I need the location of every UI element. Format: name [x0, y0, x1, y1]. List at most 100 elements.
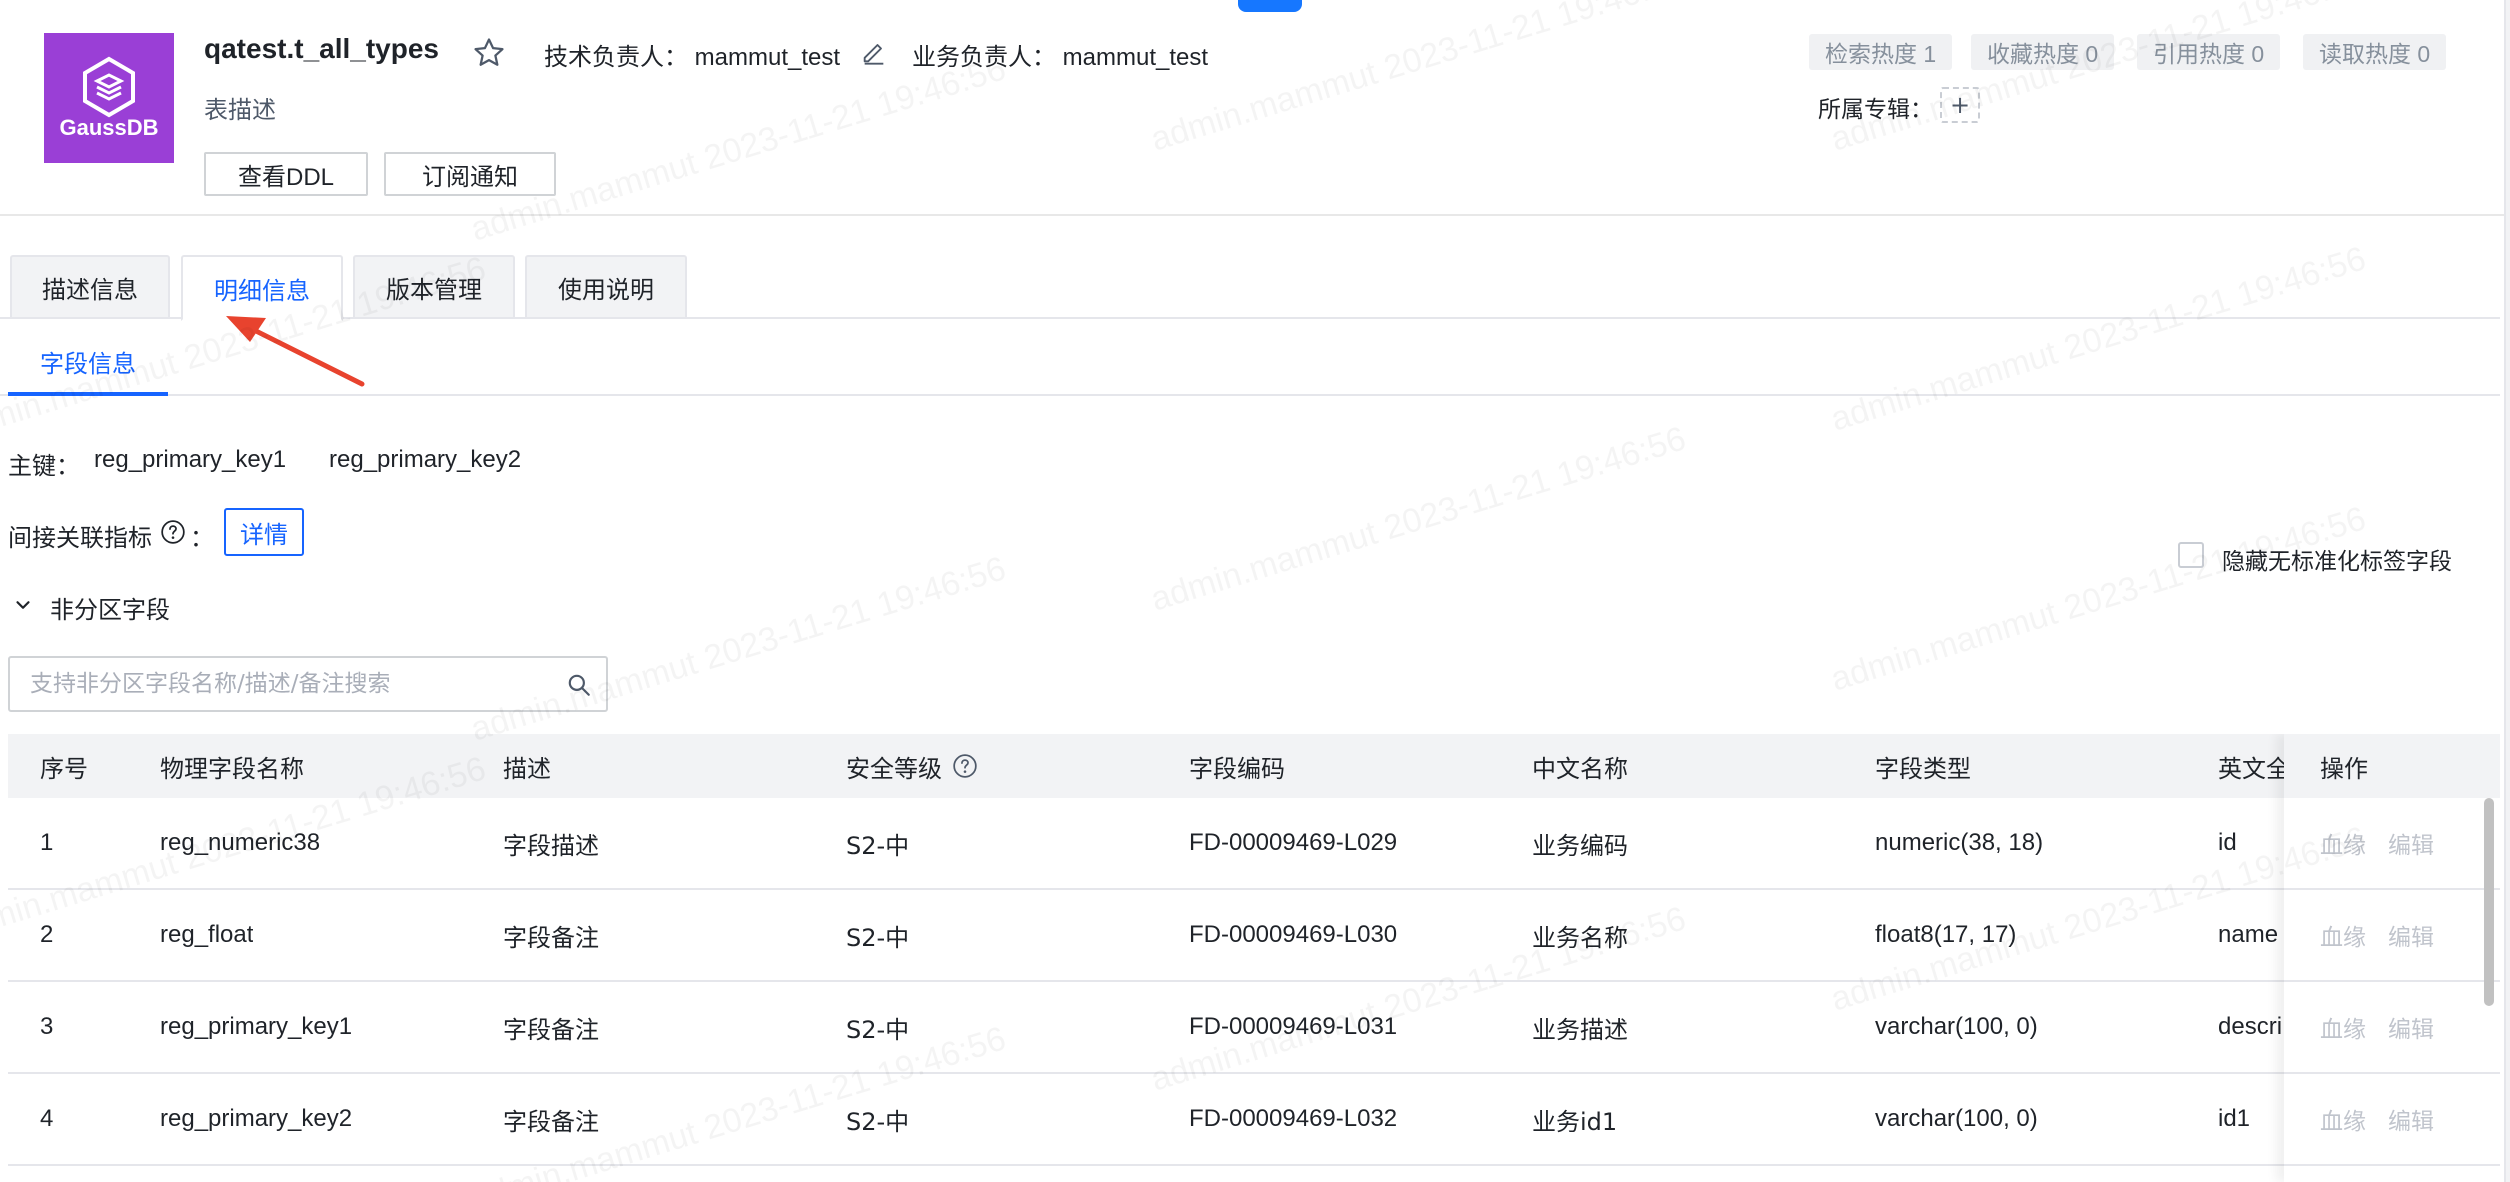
watermark-text: admin.mammut 2023-11-21 19:46:56 [1146, 419, 1690, 619]
cell-cn-name: 业务描述 [1532, 1015, 1628, 1044]
table-row[interactable]: 1 reg_numeric38 字段描述 S2-中 FD-00009469-L0… [8, 798, 2500, 890]
table-row[interactable]: 2 reg_float 字段备注 S2-中 FD-00009469-L030 业… [8, 890, 2500, 982]
edit-link[interactable]: 编辑 [2388, 826, 2434, 860]
watermark-text: admin.mammut 2023-11-21 19:46:56 [1826, 499, 2370, 699]
cell-index: 3 [40, 1013, 54, 1040]
cell-field-code: FD-00009469-L031 [1189, 1013, 1398, 1040]
chevron-down-icon[interactable] [12, 594, 34, 616]
cell-en-name: name [2218, 921, 2279, 948]
cell-physical-name: reg_primary_key1 [160, 1013, 353, 1040]
detail-button[interactable]: 详情 [224, 508, 304, 556]
reference-heat-badge: 引用热度 0 [2137, 34, 2281, 70]
cell-security-level: S2-中 [846, 831, 910, 860]
primary-key-value: reg_primary_key1 [94, 446, 287, 473]
col-header-en-name: 英文全 [2218, 754, 2290, 783]
cell-en-name: id1 [2218, 1105, 2251, 1132]
field-search-input[interactable] [30, 666, 550, 702]
cell-description: 字段备注 [503, 1107, 599, 1136]
search-heat-badge: 检索热度 1 [1809, 34, 1953, 70]
cell-field-type: varchar(100, 0) [1875, 1013, 2038, 1040]
cell-physical-name: reg_float [160, 921, 254, 948]
search-icon[interactable] [566, 672, 592, 698]
table-description: 表描述 [204, 96, 276, 124]
indirect-indicator-text: 间接关联指标 [8, 524, 152, 552]
help-icon[interactable] [160, 519, 186, 545]
primary-key-label: 主键： [8, 452, 80, 480]
field-search-box [8, 656, 608, 712]
col-header-description: 描述 [503, 754, 551, 783]
operation-cell: 血缘 编辑 [2284, 890, 2500, 982]
table-scrollbar[interactable] [2484, 798, 2494, 1006]
table-row[interactable]: 4 reg_primary_key2 字段备注 S2-中 FD-00009469… [8, 1074, 2500, 1166]
subtab-field-info[interactable]: 字段信息 [8, 330, 168, 396]
cell-cn-name: 业务id1 [1532, 1107, 1618, 1136]
cell-field-type: varchar(100, 0) [1875, 1105, 2038, 1132]
cell-index: 1 [40, 829, 54, 856]
biz-owner-value: mammut_test [1062, 44, 1209, 71]
gaussdb-logo-icon [83, 56, 135, 118]
operation-cell: 血缘 编辑 [2284, 1074, 2500, 1166]
col-header-field-code: 字段编码 [1189, 754, 1285, 783]
tab-description[interactable]: 描述信息 [10, 255, 170, 319]
tech-owner: 技术负责人： mammut_test [544, 37, 840, 72]
edit-link[interactable]: 编辑 [2388, 1010, 2434, 1044]
tab-usage[interactable]: 使用说明 [525, 255, 687, 319]
cell-physical-name: reg_primary_key2 [160, 1105, 353, 1132]
indirect-indicator-label: 间接关联指标 [8, 518, 152, 553]
cell-description: 字段备注 [503, 923, 599, 952]
cell-cn-name: 业务编码 [1532, 831, 1628, 860]
edit-owner-icon[interactable] [860, 38, 888, 66]
cell-field-type: float8(17, 17) [1875, 921, 2017, 948]
cell-security-level: S2-中 [846, 1015, 910, 1044]
table-row[interactable]: 3 reg_primary_key1 字段备注 S2-中 FD-00009469… [8, 982, 2500, 1074]
indirect-indicator-colon: ： [190, 524, 214, 552]
lineage-link[interactable]: 血缘 [2320, 1102, 2366, 1136]
logo-text: GaussDB [59, 115, 159, 140]
cell-security-level: S2-中 [846, 923, 910, 952]
security-level-label: 安全等级 [846, 754, 942, 783]
annotation-arrow-icon [226, 316, 365, 387]
gaussdb-logo: GaussDB [44, 33, 174, 163]
field-table: 序号 物理字段名称 描述 安全等级 字段编码 中文名称 字段类型 英文全 1 r… [8, 734, 2500, 1182]
cell-field-code: FD-00009469-L032 [1189, 1105, 1398, 1132]
cell-index: 4 [40, 1105, 54, 1132]
tech-owner-value: mammut_test [694, 44, 841, 71]
col-header-security-level: 安全等级 [846, 734, 978, 798]
cell-cn-name: 业务名称 [1532, 923, 1628, 952]
col-header-operation: 操作 [2284, 734, 2500, 798]
subscribe-button[interactable]: 订阅通知 [384, 152, 556, 196]
lineage-link[interactable]: 血缘 [2320, 1010, 2366, 1044]
tab-version[interactable]: 版本管理 [353, 255, 515, 319]
read-heat-badge: 读取热度 0 [2303, 34, 2447, 70]
cell-en-name: descri [2218, 1013, 2283, 1040]
cell-field-code: FD-00009469-L030 [1189, 921, 1398, 948]
edit-link[interactable]: 编辑 [2388, 918, 2434, 952]
table-header: GaussDB qatest.t_all_types 技术负责人： mammut… [0, 0, 2510, 216]
table-header-row: 序号 物理字段名称 描述 安全等级 字段编码 中文名称 字段类型 英文全 [8, 734, 2500, 798]
hide-unstandard-checkbox[interactable] [2178, 542, 2204, 568]
page-scroll-track[interactable] [2504, 0, 2510, 1182]
cell-security-level: S2-中 [846, 1107, 910, 1136]
primary-key-value: reg_primary_key2 [329, 446, 522, 473]
col-header-index: 序号 [40, 754, 88, 783]
table-title: qatest.t_all_types [204, 33, 439, 64]
view-ddl-button[interactable]: 查看DDL [204, 152, 368, 196]
cell-index: 2 [40, 921, 54, 948]
star-icon[interactable] [472, 36, 506, 70]
operation-cell: 血缘 编辑 [2284, 982, 2500, 1074]
non-partition-section-label[interactable]: 非分区字段 [50, 590, 170, 625]
hide-unstandard-label: 隐藏无标准化标签字段 [2222, 549, 2452, 575]
add-album-button[interactable]: + [1940, 87, 1980, 123]
edit-link[interactable]: 编辑 [2388, 1102, 2434, 1136]
lineage-link[interactable]: 血缘 [2320, 826, 2366, 860]
help-icon[interactable] [952, 753, 978, 779]
operation-cell: 血缘 编辑 [2284, 798, 2500, 890]
cell-physical-name: reg_numeric38 [160, 829, 321, 856]
cell-field-code: FD-00009469-L029 [1189, 829, 1398, 856]
lineage-link[interactable]: 血缘 [2320, 918, 2366, 952]
biz-owner: 业务负责人： mammut_test [912, 37, 1208, 72]
album-label: 所属专辑： [1818, 97, 1933, 123]
cell-en-name: id [2218, 829, 2237, 856]
tech-owner-label: 技术负责人： [544, 44, 688, 71]
favorite-heat-badge: 收藏热度 0 [1971, 34, 2115, 70]
